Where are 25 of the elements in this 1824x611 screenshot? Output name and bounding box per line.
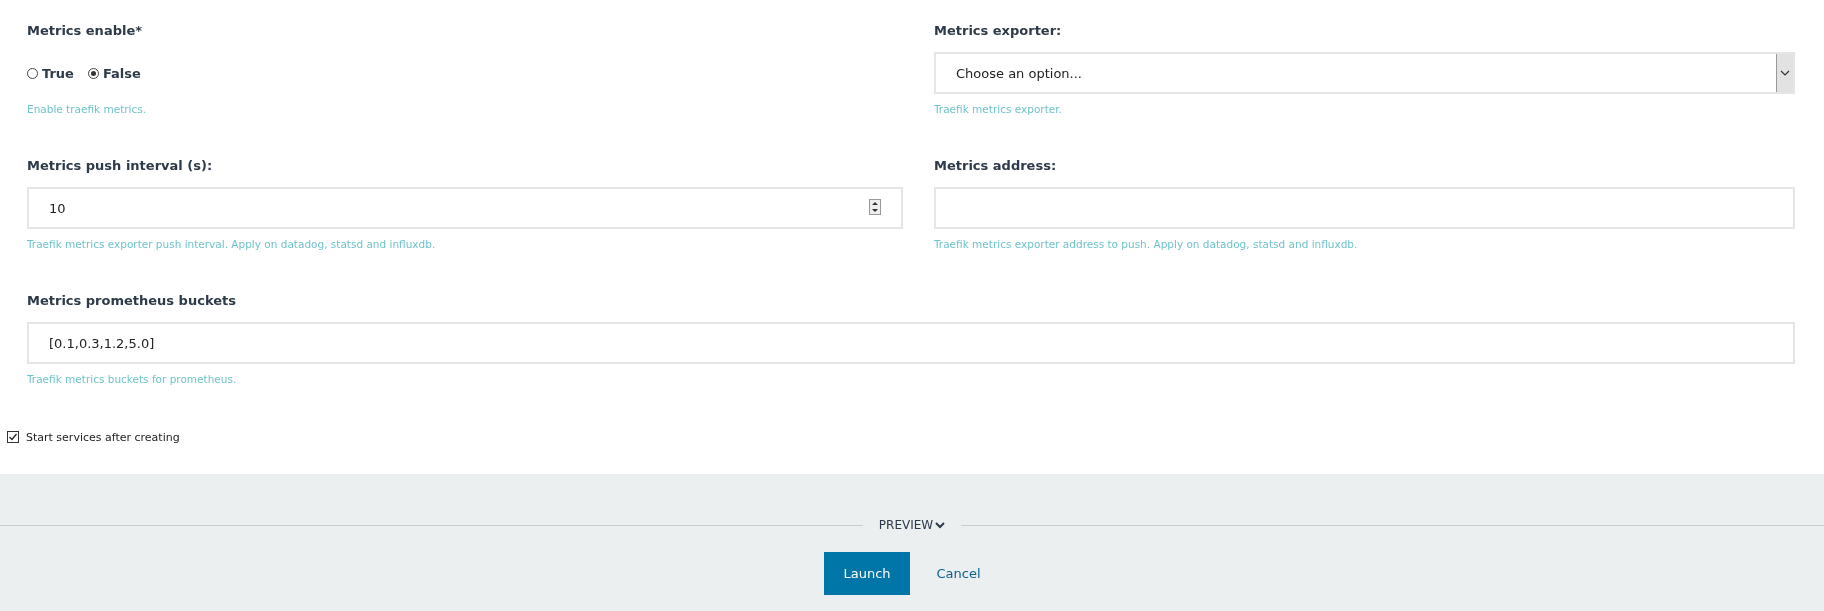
field-label: Metrics push interval (s): [27,157,214,175]
radio-option[interactable]: True [27,65,74,81]
help-text: Traefik metrics exporter. [934,102,1063,116]
checkbox-label: Start services after creating [26,430,180,444]
number-field[interactable]: 10 [27,187,903,229]
cancel-link[interactable]: Cancel [917,552,1000,595]
spinner-icon[interactable] [869,198,881,218]
help-text: Traefik metrics buckets for prometheus. [27,372,238,386]
help-text: Traefik metrics exporter push interval. Apply on datadog, statsd and influxdb. [27,237,437,251]
radio-button[interactable] [87,67,99,79]
field-label: Metrics enable* [27,22,144,40]
radio-button[interactable] [27,67,38,79]
input-field[interactable] [934,187,1795,229]
launch-button[interactable]: Launch [824,552,910,595]
checkbox[interactable] [7,431,19,443]
help-text: Enable traefik metrics. [27,102,148,116]
preview-toggle[interactable]: PREVIEW [878,518,946,532]
input-field[interactable]: [0.1,0.3,1.2,5.0] [27,322,1795,364]
radio-option[interactable]: False [87,65,141,81]
chevron-down-icon [935,521,946,529]
select-field[interactable]: Choose an option... [934,52,1795,94]
field-label: Metrics prometheus buckets [27,292,237,310]
field-label: Metrics exporter: [934,22,1063,40]
help-text: Traefik metrics exporter address to push. Apply on datadog, statsd and influxdb. [934,237,1359,251]
field-label: Metrics address: [934,157,1058,175]
